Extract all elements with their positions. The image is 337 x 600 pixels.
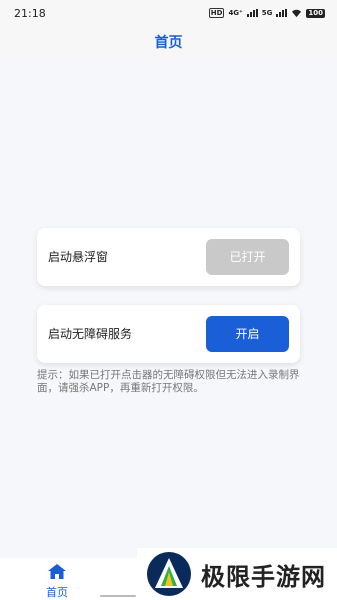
floating-window-card: 启动悬浮窗 已打开 (37, 228, 300, 286)
watermark-text: 极限手游网 (201, 561, 326, 591)
battery-icon: 100 (306, 8, 325, 18)
watermark-logo (147, 552, 191, 596)
floating-window-label: 启动悬浮窗 (48, 250, 109, 264)
wifi-icon (292, 9, 302, 17)
accessibility-service-card: 启动无障碍服务 开启 (37, 305, 300, 363)
status-bar: 21:18 HD 4G⁺ 5G 100 (0, 0, 337, 26)
gesture-bar[interactable] (100, 595, 136, 597)
network-4g-label: 4G⁺ (228, 9, 243, 17)
floating-window-opened-button[interactable]: 已打开 (206, 239, 289, 275)
hint-text: 提示：如果已打开点击器的无障碍权限但无法进入录制界面，请强杀APP，再重新打开权… (37, 369, 300, 394)
home-icon (48, 564, 66, 579)
nav-tab-home[interactable]: 首页 (37, 564, 77, 600)
watermark: 极限手游网 (137, 548, 337, 600)
accessibility-enable-button[interactable]: 开启 (206, 316, 289, 352)
hd-icon: HD (208, 8, 225, 18)
status-icons: HD 4G⁺ 5G 100 (208, 8, 325, 18)
signal-bars-icon (246, 9, 258, 17)
nav-tab-home-label: 首页 (46, 586, 68, 599)
status-time: 21:18 (14, 7, 46, 20)
network-5g-label: 5G (261, 9, 273, 17)
page-title: 首页 (154, 35, 183, 51)
top-header: 首页 (0, 26, 337, 62)
accessibility-service-label: 启动无障碍服务 (48, 327, 133, 341)
signal-bars-2-icon (276, 9, 288, 17)
